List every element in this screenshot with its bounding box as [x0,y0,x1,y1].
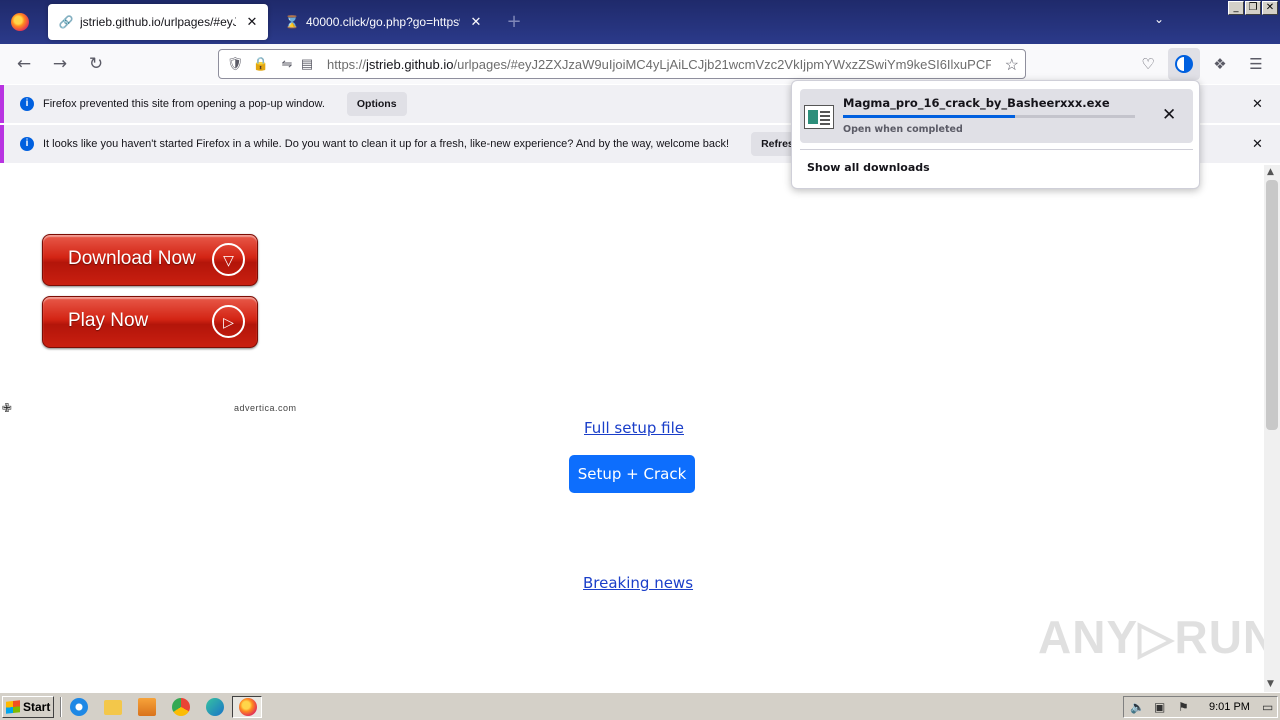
scrollbar-thumb[interactable] [1266,180,1278,430]
firefox-logo-icon [11,13,29,31]
scroll-down-arrow-icon[interactable]: ▼ [1267,679,1274,689]
downloads-button[interactable] [1168,48,1200,80]
download-now-button[interactable]: Download Now ▽ [42,234,258,286]
download-progress-fill [843,115,1016,118]
tab-title: 40000.click/go.php?go=https%3A%2F%2F [306,15,460,29]
close-window-button[interactable]: ✕ [1262,1,1278,15]
extensions-puzzle-icon[interactable]: ❖ [1208,52,1232,76]
download-status: Open when completed [843,124,963,135]
internet-explorer-icon[interactable] [70,698,88,716]
play-triangle-icon: ▷ [212,305,245,338]
close-tab-icon[interactable]: ✕ [468,14,484,30]
show-desktop-icon[interactable]: ▭ [1262,700,1273,714]
hamburger-menu-icon[interactable]: ☰ [1244,52,1268,76]
download-filename: Magma_pro_16_crack_by_Basheerxxx.exe [843,96,1110,110]
download-item[interactable]: Magma_pro_16_crack_by_Basheerxxx.exe Ope… [800,89,1193,143]
download-progress-icon [1175,55,1193,73]
file-explorer-icon[interactable] [104,700,122,715]
notification-text: It looks like you haven't started Firefo… [43,138,730,150]
play-now-label: Play Now [68,310,149,331]
tab-40000-click[interactable]: ⌛ 40000.click/go.php?go=https%3A%2F%2F ✕ [274,4,492,40]
url-bar[interactable]: 🛡 🔒 ⇋ ▤ https://jstrieb.github.io/urlpag… [218,49,1026,79]
info-icon: i [20,137,34,151]
anyrun-watermark: ANY▷RUN [1038,611,1278,663]
advertica-link[interactable]: advertica.com [234,403,297,413]
play-now-button[interactable]: Play Now ▷ [42,296,258,348]
page-icon: ▤ [300,56,314,71]
minimize-window-button[interactable]: _ [1228,1,1244,15]
notification-text: Firefox prevented this site from opening… [43,98,325,110]
setup-crack-button[interactable]: Setup + Crack [569,455,695,493]
forward-arrow-icon[interactable]: → [48,52,72,76]
cancel-download-icon[interactable]: ✕ [1162,105,1176,125]
permissions-icon[interactable]: ⇋ [277,56,297,72]
breaking-news-link[interactable]: Breaking news [583,574,693,592]
windows-flag-icon [6,700,20,714]
new-tab-button[interactable]: + [502,10,526,34]
download-progress-bar [843,115,1135,118]
options-button[interactable]: Options [346,92,407,116]
clock[interactable]: 9:01 PM [1209,701,1250,713]
navigation-toolbar: ← → ↻ 🛡 🔒 ⇋ ▤ https://jstrieb.github.io/… [0,44,1280,84]
tab-title: jstrieb.github.io/urlpages/#eyJ2ZXJzaW9u… [80,15,236,29]
system-tray: 🔈 ▣ ⚑ 9:01 PM ▭ [1123,696,1278,718]
action-center-flag-icon[interactable]: ⚑ [1178,700,1189,714]
bookmark-star-icon[interactable]: ☆ [1005,55,1019,75]
list-all-tabs-chevron-icon[interactable]: ⌄ [1154,12,1164,26]
divider [60,697,62,717]
downloads-panel: Magma_pro_16_crack_by_Basheerxxx.exe Ope… [791,80,1200,189]
start-button[interactable]: Start [2,696,54,718]
reload-icon[interactable]: ↻ [84,52,108,76]
close-notification-icon[interactable]: ✕ [1252,96,1263,112]
down-triangle-icon: ▽ [212,243,245,276]
full-setup-file-link[interactable]: Full setup file [584,419,684,437]
firefox-view-button[interactable] [0,0,40,44]
tab-strip: 🔗 jstrieb.github.io/urlpages/#eyJ2ZXJzaW… [0,0,1280,44]
info-icon: i [20,97,34,111]
edge-icon[interactable] [206,698,224,716]
network-icon[interactable]: ▣ [1154,700,1165,714]
media-player-icon[interactable] [138,698,156,716]
advertica-logo-icon[interactable]: ✙ [2,401,12,415]
scroll-up-arrow-icon[interactable]: ▲ [1267,167,1274,177]
show-all-downloads-button[interactable]: Show all downloads [807,161,930,174]
url-text[interactable]: https://jstrieb.github.io/urlpages/#eyJ2… [327,57,991,72]
chrome-icon[interactable] [172,698,190,716]
divider [800,149,1193,150]
url-prefix: https:// [327,56,367,72]
volume-icon[interactable]: 🔈 [1130,700,1145,714]
start-label: Start [23,700,51,714]
page-content: Download Now ▽ Play Now ▷ ✙ advertica.co… [0,165,1276,692]
hourglass-icon: ⌛ [284,15,300,29]
windows-taskbar: Start 🔈 ▣ ⚑ 9:01 PM ▭ [0,692,1280,720]
executable-file-icon [804,105,834,129]
tracking-shield-icon[interactable]: 🛡 [225,56,245,72]
close-notification-icon[interactable]: ✕ [1252,136,1263,152]
firefox-icon [239,698,257,716]
tab-jstrieb[interactable]: 🔗 jstrieb.github.io/urlpages/#eyJ2ZXJzaW… [48,4,268,40]
link-icon: 🔗 [58,15,74,29]
restore-window-button[interactable]: ❐ [1245,1,1261,15]
vertical-scrollbar[interactable]: ▲ ▼ [1264,165,1280,692]
url-path: /urlpages/#eyJ2ZXJzaW9uIjoiMC4yLjAiLCJjb… [453,56,991,72]
pocket-icon[interactable]: ♡ [1136,52,1160,76]
download-now-label: Download Now [68,248,196,269]
back-arrow-icon[interactable]: ← [12,52,36,76]
url-host: jstrieb.github.io [366,56,454,72]
firefox-taskbar-button[interactable] [232,696,262,718]
close-tab-icon[interactable]: ✕ [244,14,260,30]
lock-icon[interactable]: 🔒 [251,56,271,72]
